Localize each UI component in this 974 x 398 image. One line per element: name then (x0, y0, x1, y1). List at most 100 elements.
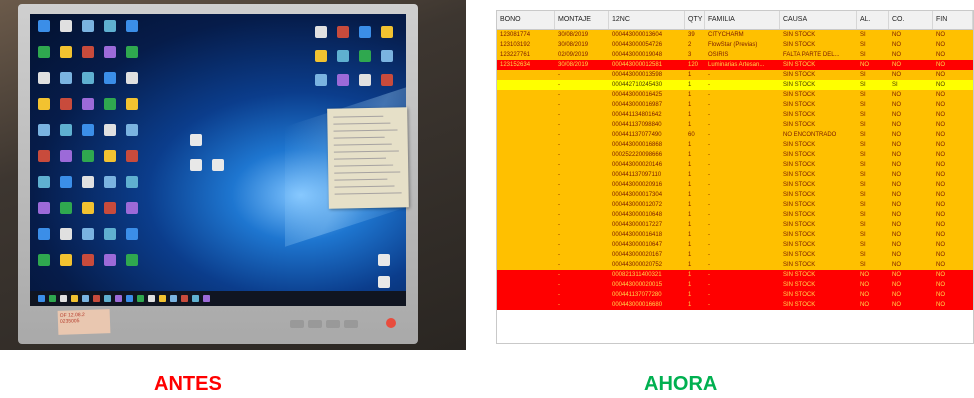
table-row[interactable]: 123081774 30/08/2019 000443000013604 39 CITY… (497, 30, 973, 40)
column-header[interactable]: FAMILIA (705, 11, 780, 29)
table-cell: 02/09/2019 (558, 52, 589, 58)
column-header[interactable]: QTY (685, 11, 705, 29)
table-cell: SIN STOCK (783, 152, 816, 158)
table-row[interactable]: - 000821311400321 1 - SIN STOCK NO NO NO (497, 270, 973, 280)
column-header[interactable]: BONO (497, 11, 555, 29)
table-cell: NO (936, 142, 945, 148)
table-cell: NO (892, 42, 901, 48)
table-cell: SI (860, 152, 866, 158)
table-row[interactable]: - 000443000020752 1 - SIN STOCK SI NO NO (497, 260, 973, 270)
taskbar-app-icon (104, 295, 111, 302)
table-cell: - (708, 82, 710, 88)
table-cell: NO (860, 302, 869, 308)
table-row[interactable]: - 000443000016868 1 - SIN STOCK SI NO NO (497, 140, 973, 150)
monitor-buttons (290, 320, 400, 330)
table-cell: 000441137097110 (612, 172, 662, 178)
table-cell (497, 70, 555, 80)
desktop-shortcut-icon (359, 26, 371, 38)
table-cell: - (708, 162, 710, 168)
table-cell: - (558, 282, 560, 288)
table-row[interactable]: - 000443000016987 1 - SIN STOCK SI NO NO (497, 100, 973, 110)
table-cell: 1 (688, 222, 692, 228)
desktop-shortcut-icon (381, 74, 393, 86)
table-cell: 000443000016418 (612, 232, 663, 238)
table-row[interactable]: - 000442710245430 1 - SIN STOCK SI SI NO (497, 80, 973, 90)
column-header[interactable]: CO. (889, 11, 933, 29)
table-cell: SIN STOCK (783, 202, 816, 208)
table-row[interactable]: 123103192 30/08/2019 000443000054726 2 FlowS… (497, 40, 973, 50)
desktop-shortcut-icon (38, 254, 50, 266)
table-cell (497, 90, 555, 100)
table-cell: NO (936, 172, 945, 178)
table-cell: SIN STOCK (783, 232, 816, 238)
desktop-shortcut-icon (315, 50, 327, 62)
table-row[interactable]: - 000443000010648 1 - SIN STOCK SI NO NO (497, 210, 973, 220)
table-cell: NO (860, 292, 869, 298)
table-cell: - (558, 162, 560, 168)
table-cell: NO (936, 272, 945, 278)
sticky-note (327, 107, 409, 209)
table-cell: 60 (688, 132, 695, 138)
table-cell: SI (860, 102, 866, 108)
table-cell: NO (892, 182, 901, 188)
column-header[interactable]: 12NC (609, 11, 685, 29)
table-row[interactable]: 123152634 30/08/2019 000443000012581 120 Lum… (497, 60, 973, 70)
taskbar-app-icon (192, 295, 199, 302)
taskbar-clock (399, 298, 400, 303)
table-row[interactable]: - 000441137077280 1 - SIN STOCK NO NO NO (497, 290, 973, 300)
table-row[interactable]: - 000441137098840 1 - SIN STOCK SI NO NO (497, 120, 973, 130)
table-cell: SI (860, 82, 866, 88)
desktop-shortcut-icon (82, 176, 94, 188)
table-row[interactable]: - 000443000017304 1 - SIN STOCK SI NO NO (497, 190, 973, 200)
table-cell: SIN STOCK (783, 272, 816, 278)
table-row[interactable]: - 000443000010647 1 - SIN STOCK SI NO NO (497, 240, 973, 250)
table-cell: NO (860, 282, 869, 288)
table-cell: - (708, 252, 710, 258)
table-row[interactable]: - 000441137077490 60 - NO ENCONTRADO SI NO NO (497, 130, 973, 140)
table-cell: SIN STOCK (783, 302, 816, 308)
table-cell: 1 (688, 262, 692, 268)
table-cell: 1 (688, 72, 692, 78)
table-row[interactable]: - 000443000012072 1 - SIN STOCK SI NO NO (497, 200, 973, 210)
table-cell: 000443000020015 (612, 282, 663, 288)
column-header[interactable]: MONTAJE (555, 11, 609, 29)
table-cell: NO (892, 252, 901, 258)
table-cell: - (708, 112, 710, 118)
table-row[interactable]: - 000443000016418 1 - SIN STOCK SI NO NO (497, 230, 973, 240)
desktop-shortcut-icon (104, 46, 116, 58)
column-header[interactable]: CAUSA (780, 11, 857, 29)
table-row[interactable]: - 000443000020146 1 - SIN STOCK SI NO NO (497, 160, 973, 170)
desktop-shortcut-icon (38, 46, 50, 58)
table-cell: NO (936, 292, 945, 298)
table-cell: - (708, 272, 710, 278)
table-cell (497, 180, 555, 190)
table-row[interactable]: - 000443000016680 1 - SIN STOCK NO NO NO (497, 300, 973, 310)
taskbar-app-icon (203, 295, 210, 302)
desktop-shortcut-icon (104, 72, 116, 84)
table-row[interactable]: - 000441137097110 1 - SIN STOCK SI NO NO (497, 170, 973, 180)
desktop-shortcut-icon (126, 254, 138, 266)
table-cell: - (558, 152, 560, 158)
table-row[interactable]: - 000443000017227 1 - SIN STOCK SI NO NO (497, 220, 973, 230)
table-row[interactable]: - 000441134801642 1 - SIN STOCK SI NO NO (497, 110, 973, 120)
table-row[interactable]: - 000443000016425 1 - SIN STOCK SI NO NO (497, 90, 973, 100)
table-row[interactable]: - 000443000020167 1 - SIN STOCK SI NO NO (497, 250, 973, 260)
table-row[interactable]: 123227761 02/09/2019 000443000019048 3 OSIRI… (497, 50, 973, 60)
table-row[interactable]: - 000443000013598 1 - SIN STOCK SI NO NO (497, 70, 973, 80)
column-header[interactable]: FIN (933, 11, 973, 29)
table-row[interactable]: - 000443000020015 1 - SIN STOCK NO NO NO (497, 280, 973, 290)
table-cell (497, 220, 555, 230)
table-cell: NO (936, 212, 945, 218)
table-cell: SIN STOCK (783, 122, 816, 128)
table-cell: - (708, 102, 710, 108)
table-row[interactable]: - 000443000020916 1 - SIN STOCK SI NO NO (497, 180, 973, 190)
table-cell: SIN STOCK (783, 72, 816, 78)
table-cell: 000443000054726 (612, 42, 663, 48)
table-cell: NO (936, 242, 945, 248)
table-cell: SIN STOCK (783, 192, 816, 198)
column-header[interactable]: AL. (857, 11, 889, 29)
table-cell (497, 270, 555, 280)
table-row[interactable]: - 000252220098666 1 - SIN STOCK SI NO NO (497, 150, 973, 160)
desktop-shortcut-icon (359, 74, 371, 86)
desktop-shortcut-icon (381, 26, 393, 38)
